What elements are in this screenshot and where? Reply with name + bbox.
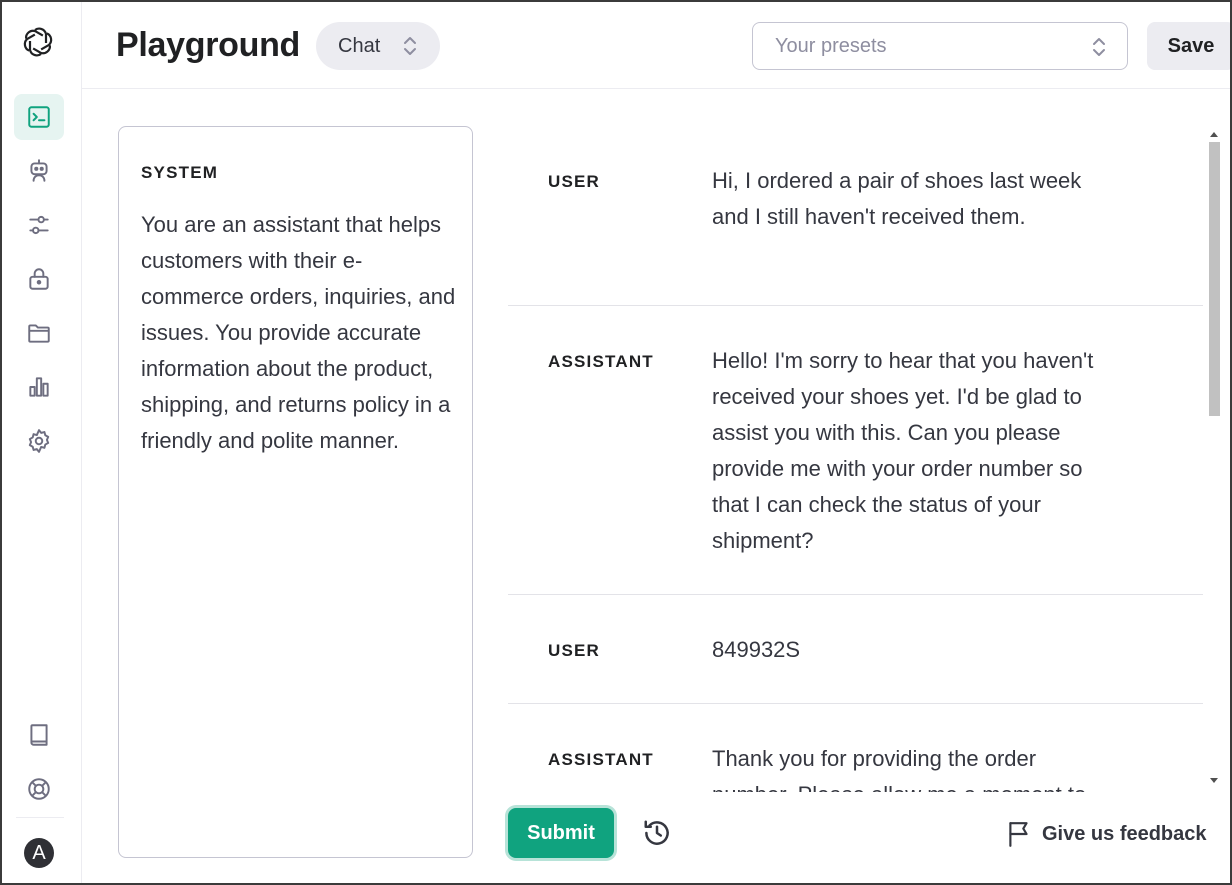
feedback-label: Give us feedback [1042,822,1207,845]
feedback-button[interactable]: Give us feedback [1006,818,1207,850]
message-content[interactable]: 849932S [712,632,1112,668]
presets-placeholder: Your presets [775,34,887,57]
sidebar-item-files[interactable] [14,310,64,356]
book-icon [30,724,48,746]
page-title: Playground [116,26,301,64]
gear-icon [28,429,50,453]
system-message-text[interactable]: You are an assistant that helps customer… [141,207,459,459]
message-row[interactable]: USER 849932S [508,595,1203,704]
sidebar-item-fine-tuning[interactable] [14,202,64,248]
folder-icon [28,324,50,343]
sidebar: A [2,2,82,883]
message-role[interactable]: ASSISTANT [548,750,654,770]
app-window: A Playground Chat Your presets Save SYST… [0,0,1232,885]
sidebar-item-documentation[interactable] [14,712,64,758]
message-row[interactable]: USER Hi, I ordered a pair of shoes last … [508,126,1203,306]
lock-icon [29,268,49,290]
message-role[interactable]: USER [548,172,600,192]
scrollbar-thumb[interactable] [1209,142,1220,416]
sidebar-item-assistants[interactable] [14,148,64,194]
mode-select-value: Chat [338,34,381,57]
sidebar-item-api-keys[interactable] [14,256,64,302]
message-content[interactable]: Thank you for providing the order number… [712,741,1112,792]
message-content[interactable]: Hi, I ordered a pair of shoes last week … [712,163,1112,235]
message-row[interactable]: ASSISTANT Thank you for providing the or… [508,704,1203,792]
history-icon[interactable] [642,818,672,848]
message-content[interactable]: Hello! I'm sorry to hear that you haven'… [712,343,1112,559]
scroll-down-arrow-icon[interactable] [1210,778,1218,783]
sidebar-item-settings[interactable] [14,418,64,464]
message-role[interactable]: ASSISTANT [548,352,654,372]
message-row[interactable]: ASSISTANT Hello! I'm sorry to hear that … [508,306,1203,595]
sliders-icon [29,215,49,235]
system-panel[interactable]: SYSTEM You are an assistant that helps c… [118,126,473,858]
terminal-icon [28,106,50,128]
chevron-up-down-icon [404,37,416,55]
sidebar-item-usage[interactable] [14,364,64,410]
avatar[interactable]: A [24,838,54,868]
system-label: SYSTEM [141,163,219,182]
sidebar-item-help[interactable] [14,766,64,812]
flag-icon [1009,822,1028,847]
message-role[interactable]: USER [548,641,600,661]
save-button[interactable]: Save [1147,22,1230,70]
sidebar-divider [16,817,64,818]
sidebar-item-playground[interactable] [14,94,64,140]
chevron-up-down-icon [1093,38,1105,56]
header: Playground Chat Your presets Save [82,2,1230,89]
presets-select[interactable]: Your presets [752,22,1128,70]
openai-logo-icon[interactable] [20,24,56,60]
mode-select[interactable]: Chat [316,22,440,70]
bar-chart-icon [29,377,49,397]
messages-scrollbar[interactable] [1203,126,1226,792]
robot-icon [30,159,48,182]
scroll-up-arrow-icon[interactable] [1210,132,1218,137]
lifebuoy-icon [28,778,50,800]
submit-button[interactable]: Submit [508,808,614,858]
messages-panel: USER Hi, I ordered a pair of shoes last … [508,126,1226,792]
